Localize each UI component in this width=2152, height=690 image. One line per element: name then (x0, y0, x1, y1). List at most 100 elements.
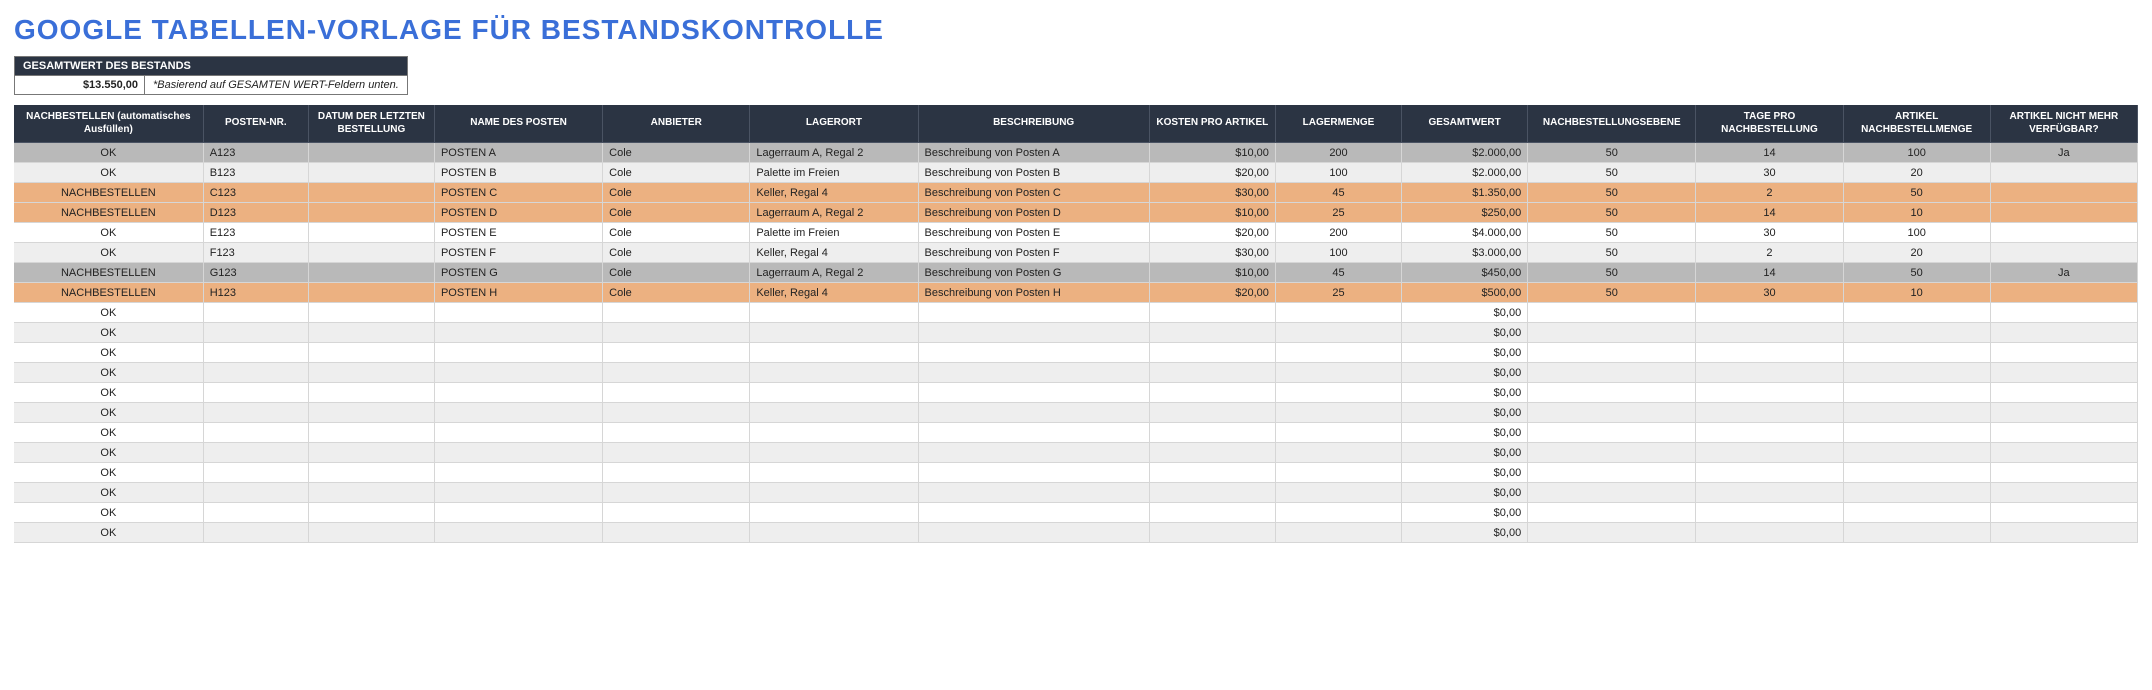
cell-stock[interactable]: 45 (1275, 263, 1401, 283)
cell-disc[interactable] (1990, 183, 2137, 203)
cell-level[interactable] (1528, 403, 1696, 423)
cell-qty[interactable] (1843, 483, 1990, 503)
cell-cost[interactable]: $10,00 (1149, 203, 1275, 223)
cell-vendor[interactable] (603, 343, 750, 363)
cell-level[interactable] (1528, 483, 1696, 503)
cell-level[interactable]: 50 (1528, 183, 1696, 203)
cell-total[interactable]: $450,00 (1402, 263, 1528, 283)
cell-cost[interactable]: $20,00 (1149, 163, 1275, 183)
cell-stock[interactable] (1275, 503, 1401, 523)
cell-item_no[interactable] (203, 463, 308, 483)
cell-last_order[interactable] (308, 283, 434, 303)
table-row[interactable]: OK$0,00 (14, 463, 2138, 483)
cell-item_no[interactable] (203, 503, 308, 523)
cell-level[interactable]: 50 (1528, 223, 1696, 243)
table-row[interactable]: OKE123POSTEN EColePalette im FreienBesch… (14, 223, 2138, 243)
cell-last_order[interactable] (308, 423, 434, 443)
cell-qty[interactable] (1843, 323, 1990, 343)
cell-name[interactable] (434, 303, 602, 323)
cell-stock[interactable]: 25 (1275, 203, 1401, 223)
cell-desc[interactable]: Beschreibung von Posten C (918, 183, 1149, 203)
cell-qty[interactable] (1843, 303, 1990, 323)
cell-last_order[interactable] (308, 203, 434, 223)
cell-level[interactable]: 50 (1528, 163, 1696, 183)
cell-reorder[interactable]: OK (14, 483, 203, 503)
cell-cost[interactable]: $10,00 (1149, 263, 1275, 283)
cell-item_no[interactable]: A123 (203, 143, 308, 163)
cell-qty[interactable] (1843, 443, 1990, 463)
cell-item_no[interactable] (203, 483, 308, 503)
cell-name[interactable] (434, 463, 602, 483)
cell-stock[interactable]: 200 (1275, 223, 1401, 243)
cell-qty[interactable]: 50 (1843, 183, 1990, 203)
cell-vendor[interactable]: Cole (603, 183, 750, 203)
cell-location[interactable]: Palette im Freien (750, 163, 918, 183)
cell-vendor[interactable] (603, 403, 750, 423)
cell-disc[interactable] (1990, 423, 2137, 443)
cell-desc[interactable] (918, 363, 1149, 383)
cell-disc[interactable] (1990, 163, 2137, 183)
cell-total[interactable]: $0,00 (1402, 483, 1528, 503)
cell-last_order[interactable] (308, 363, 434, 383)
cell-vendor[interactable] (603, 463, 750, 483)
cell-total[interactable]: $0,00 (1402, 503, 1528, 523)
cell-total[interactable]: $0,00 (1402, 463, 1528, 483)
cell-vendor[interactable]: Cole (603, 263, 750, 283)
cell-item_no[interactable] (203, 363, 308, 383)
cell-name[interactable]: POSTEN E (434, 223, 602, 243)
table-row[interactable]: NACHBESTELLENH123POSTEN HColeKeller, Reg… (14, 283, 2138, 303)
cell-desc[interactable]: Beschreibung von Posten A (918, 143, 1149, 163)
cell-stock[interactable] (1275, 363, 1401, 383)
cell-stock[interactable] (1275, 303, 1401, 323)
cell-reorder[interactable]: NACHBESTELLEN (14, 263, 203, 283)
cell-level[interactable]: 50 (1528, 263, 1696, 283)
cell-location[interactable] (750, 503, 918, 523)
cell-last_order[interactable] (308, 403, 434, 423)
cell-item_no[interactable]: F123 (203, 243, 308, 263)
cell-stock[interactable] (1275, 463, 1401, 483)
cell-reorder[interactable]: OK (14, 163, 203, 183)
cell-vendor[interactable]: Cole (603, 223, 750, 243)
cell-last_order[interactable] (308, 483, 434, 503)
cell-reorder[interactable]: OK (14, 363, 203, 383)
cell-level[interactable]: 50 (1528, 143, 1696, 163)
cell-cost[interactable] (1149, 443, 1275, 463)
cell-location[interactable] (750, 443, 918, 463)
cell-level[interactable]: 50 (1528, 283, 1696, 303)
cell-cost[interactable]: $30,00 (1149, 183, 1275, 203)
cell-vendor[interactable]: Cole (603, 163, 750, 183)
cell-stock[interactable] (1275, 323, 1401, 343)
cell-name[interactable]: POSTEN F (434, 243, 602, 263)
cell-reorder[interactable]: OK (14, 223, 203, 243)
cell-qty[interactable]: 10 (1843, 203, 1990, 223)
cell-disc[interactable] (1990, 343, 2137, 363)
cell-level[interactable] (1528, 523, 1696, 543)
cell-desc[interactable]: Beschreibung von Posten E (918, 223, 1149, 243)
cell-disc[interactable] (1990, 483, 2137, 503)
cell-vendor[interactable]: Cole (603, 283, 750, 303)
cell-location[interactable]: Lagerraum A, Regal 2 (750, 263, 918, 283)
table-row[interactable]: OKF123POSTEN FColeKeller, Regal 4Beschre… (14, 243, 2138, 263)
cell-days[interactable] (1696, 383, 1843, 403)
cell-total[interactable]: $2.000,00 (1402, 163, 1528, 183)
cell-item_no[interactable] (203, 403, 308, 423)
cell-stock[interactable] (1275, 343, 1401, 363)
cell-vendor[interactable] (603, 303, 750, 323)
cell-disc[interactable] (1990, 523, 2137, 543)
cell-days[interactable]: 14 (1696, 143, 1843, 163)
cell-qty[interactable]: 50 (1843, 263, 1990, 283)
cell-item_no[interactable]: C123 (203, 183, 308, 203)
cell-location[interactable] (750, 463, 918, 483)
cell-total[interactable]: $0,00 (1402, 363, 1528, 383)
table-row[interactable]: OK $0,00 (14, 363, 2138, 383)
cell-qty[interactable] (1843, 363, 1990, 383)
cell-days[interactable]: 14 (1696, 263, 1843, 283)
cell-name[interactable] (434, 503, 602, 523)
cell-days[interactable] (1696, 303, 1843, 323)
cell-cost[interactable] (1149, 363, 1275, 383)
cell-item_no[interactable] (203, 343, 308, 363)
cell-reorder[interactable]: NACHBESTELLEN (14, 203, 203, 223)
cell-vendor[interactable] (603, 443, 750, 463)
cell-qty[interactable] (1843, 403, 1990, 423)
cell-reorder[interactable]: OK (14, 243, 203, 263)
